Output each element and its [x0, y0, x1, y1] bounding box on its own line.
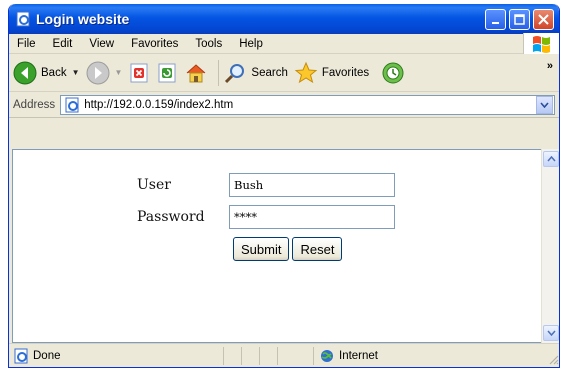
chevron-up-icon	[546, 156, 556, 162]
chevron-right-icon[interactable]: »	[547, 60, 553, 72]
favorites-star-icon	[294, 61, 318, 83]
back-arrow-icon	[13, 61, 37, 84]
form-buttons: Submit Reset	[233, 237, 345, 261]
globe-icon	[321, 349, 333, 362]
menu-bar: File Edit View Favorites Tools Help	[9, 33, 559, 54]
dropdown-arrow-icon	[540, 101, 549, 108]
favorites-button[interactable]: Favorites	[294, 61, 369, 85]
chevron-down-icon	[546, 330, 556, 336]
toolbar-separator	[218, 59, 220, 86]
password-label: Password	[137, 209, 205, 225]
search-button[interactable]: Search	[223, 61, 288, 85]
stop-icon	[130, 63, 148, 82]
submit-button[interactable]: Submit	[233, 237, 290, 261]
status-text: Done	[33, 349, 61, 362]
status-text-panel: Done	[9, 348, 223, 364]
user-input[interactable]	[229, 173, 395, 197]
maximize-button[interactable]	[509, 9, 530, 30]
favorites-label: Favorites	[321, 66, 370, 79]
ie-page-icon	[14, 348, 28, 363]
ie-page-icon	[65, 97, 79, 112]
reset-button[interactable]: Reset	[292, 237, 343, 261]
search-icon	[225, 63, 245, 83]
search-label: Search	[251, 66, 288, 79]
address-input[interactable]	[84, 96, 536, 113]
history-button[interactable]	[381, 61, 405, 85]
status-panel	[223, 346, 241, 365]
status-bar: Done Internet	[9, 343, 559, 367]
windows-logo	[523, 33, 559, 54]
forward-button[interactable]: ▼	[86, 61, 123, 85]
address-field[interactable]	[60, 94, 555, 115]
menu-tools[interactable]: Tools	[193, 38, 224, 50]
zone-label: Internet	[339, 349, 378, 362]
status-panel	[277, 346, 295, 365]
password-row: Password	[137, 205, 395, 229]
minimize-button[interactable]	[485, 9, 506, 30]
refresh-icon	[158, 63, 176, 82]
windows-flag-icon	[532, 35, 550, 53]
address-bar: Address	[9, 92, 559, 118]
status-panel	[241, 346, 259, 365]
close-button[interactable]	[533, 9, 554, 30]
address-label: Address	[13, 98, 56, 111]
title-bar[interactable]: Login website	[9, 4, 559, 34]
history-icon	[382, 62, 404, 83]
vertical-scrollbar[interactable]	[541, 149, 559, 343]
menu-view[interactable]: View	[87, 38, 116, 50]
ie-page-icon	[16, 11, 30, 27]
menu-favorites[interactable]: Favorites	[129, 38, 180, 50]
dropdown-arrow-icon[interactable]: ▼	[115, 68, 123, 77]
home-button[interactable]	[184, 61, 208, 85]
scroll-down-button[interactable]	[543, 325, 559, 341]
window-title: Login website	[36, 11, 130, 27]
home-icon	[187, 63, 206, 82]
forward-arrow-icon	[86, 61, 109, 84]
menu-edit[interactable]: Edit	[51, 38, 75, 50]
resize-grip-icon[interactable]	[547, 353, 559, 365]
minimize-icon	[491, 21, 499, 24]
menu-file[interactable]: File	[15, 38, 38, 50]
browser-window: Login website File Edit View Favorites T…	[8, 4, 560, 368]
security-zone: Internet	[313, 346, 483, 365]
maximize-icon	[514, 14, 525, 25]
standard-toolbar: Back ▼ ▼ Search Favorites »	[9, 54, 559, 92]
scroll-up-button[interactable]	[543, 151, 559, 167]
back-label: Back	[41, 66, 67, 79]
stop-button[interactable]	[128, 62, 150, 84]
user-row: User	[137, 173, 395, 197]
dropdown-arrow-icon[interactable]: ▼	[72, 68, 80, 77]
page-content: User Password Submit Reset	[12, 149, 543, 343]
back-button[interactable]: Back ▼	[13, 61, 80, 85]
user-label: User	[137, 177, 171, 193]
refresh-button[interactable]	[156, 62, 178, 84]
address-dropdown-button[interactable]	[536, 95, 553, 114]
close-icon	[538, 14, 549, 25]
menu-help[interactable]: Help	[237, 38, 265, 50]
status-panel	[259, 346, 277, 365]
password-input[interactable]	[229, 205, 395, 229]
